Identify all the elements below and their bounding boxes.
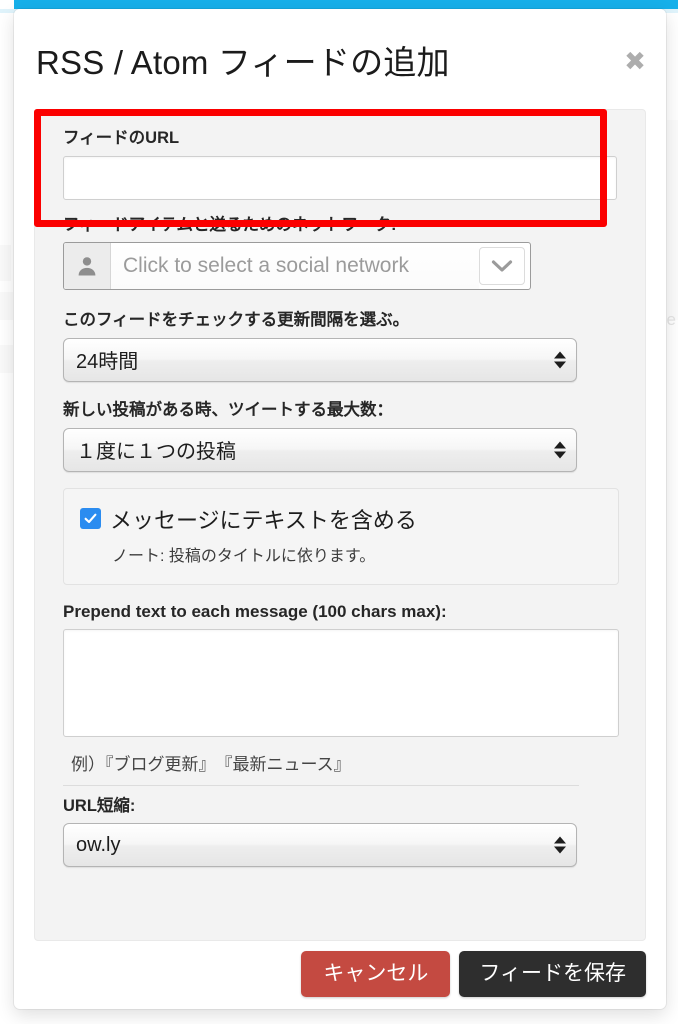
- background-ghost-block: [667, 120, 678, 320]
- page-title: RSS / Atom フィードの追加: [36, 44, 450, 81]
- field-include-text: メッセージにテキストを含める ノート: 投稿のタイトルに依ります。: [63, 487, 619, 585]
- field-feed-url: フィードのURL: [63, 128, 617, 200]
- url-shortener-label: URL短縮:: [63, 796, 136, 815]
- person-icon: [64, 243, 111, 290]
- add-feed-modal: RSS / Atom フィードの追加 ✖ フィードのURL フィードアイテムと送…: [14, 9, 666, 1009]
- close-icon[interactable]: ✖: [620, 47, 650, 77]
- update-interval-label: このフィードをチェックする更新間隔を選ぶ。: [63, 311, 410, 330]
- page-root: e RSS / Atom フィードの追加 ✖ フィードのURL フィードアイテム…: [0, 0, 678, 1024]
- social-network-placeholder: Click to select a social network: [111, 243, 479, 290]
- social-network-picker[interactable]: Click to select a social network: [63, 242, 531, 291]
- save-feed-button[interactable]: フィードを保存: [459, 951, 646, 997]
- field-prepend-text: Prepend text to each message (100 chars …: [63, 601, 619, 786]
- include-text-label: メッセージにテキストを含める: [110, 507, 417, 533]
- url-shortener-select[interactable]: ow.ly: [63, 823, 577, 868]
- background-ghost-block: [0, 245, 11, 281]
- background-ghost-text: e: [666, 310, 676, 329]
- app-accent-bar: [14, 0, 678, 9]
- field-social-network: フィードアイテムと送るためのネットワーク: Click to select a …: [63, 215, 617, 291]
- chevron-down-icon[interactable]: [479, 247, 525, 286]
- prepend-text-example: 例）『ブログ更新』 『最新ニュース』: [63, 741, 579, 786]
- max-posts-select[interactable]: １度に１つの投稿: [63, 427, 577, 472]
- background-ghost-block: [0, 345, 13, 373]
- max-posts-select-wrap: １度に１つの投稿: [63, 427, 577, 472]
- field-max-posts: 新しい投稿がある時、ツイートする最大数： １度に１つの投稿: [63, 400, 617, 472]
- include-text-row[interactable]: メッセージにテキストを含める: [80, 503, 602, 535]
- update-interval-select[interactable]: 24時間: [63, 337, 577, 382]
- include-text-checkbox[interactable]: [80, 508, 101, 529]
- prepend-text-input[interactable]: [63, 628, 619, 737]
- feed-url-input[interactable]: [63, 155, 617, 200]
- cancel-button[interactable]: キャンセル: [301, 951, 451, 997]
- max-posts-label: 新しい投稿がある時、ツイートする最大数：: [63, 400, 393, 419]
- feed-url-label: フィードのURL: [63, 129, 180, 147]
- form-panel: フィードのURL フィードアイテムと送るためのネットワーク: Click to …: [34, 109, 646, 941]
- modal-header: RSS / Atom フィードの追加 ✖: [14, 9, 666, 101]
- url-shortener-select-wrap: ow.ly: [63, 823, 577, 868]
- include-text-card: メッセージにテキストを含める ノート: 投稿のタイトルに依ります。: [63, 487, 619, 585]
- prepend-text-label: Prepend text to each message (100 chars …: [63, 601, 447, 621]
- modal-footer: キャンセル フィードを保存: [34, 951, 646, 997]
- field-update-interval: このフィードをチェックする更新間隔を選ぶ。 24時間: [63, 310, 617, 382]
- field-url-shortener: URL短縮: ow.ly: [63, 796, 617, 868]
- include-text-note: ノート: 投稿のタイトルに依ります。: [112, 547, 376, 565]
- update-interval-select-wrap: 24時間: [63, 337, 577, 382]
- background-ghost-block: [0, 292, 13, 320]
- social-network-label: フィードアイテムと送るためのネットワーク:: [63, 215, 397, 234]
